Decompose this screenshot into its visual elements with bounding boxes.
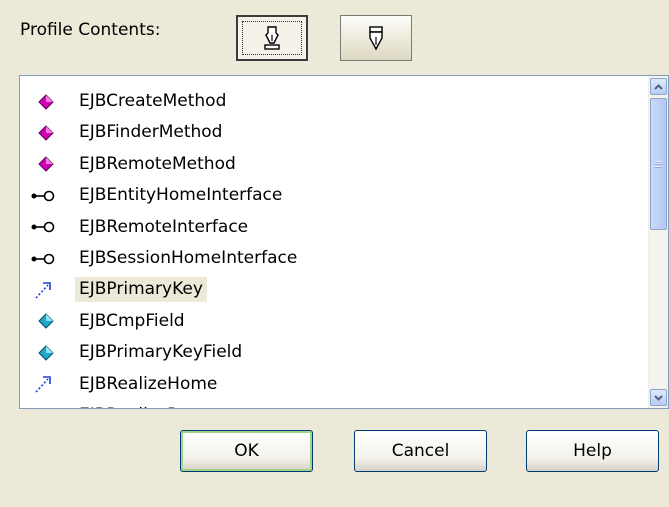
- scroll-thumb[interactable]: [650, 98, 667, 230]
- grip-icon: [655, 160, 662, 168]
- dependency-arrow-icon: [34, 406, 62, 408]
- list-item-label: EJBPrimaryKeyField: [79, 342, 243, 363]
- cyan-diamond-icon: [38, 311, 66, 331]
- chevron-down-icon: [654, 394, 663, 401]
- list-item-label: EJBFinderMethod: [79, 122, 223, 143]
- list-item[interactable]: EJBRemoteInterface: [20, 212, 649, 243]
- list-item[interactable]: EJBRealizeRemote: [20, 400, 649, 408]
- list-item[interactable]: EJBPrimaryKeyField: [20, 337, 649, 368]
- list-item[interactable]: EJBPrimaryKey: [20, 274, 649, 305]
- list-item-label: EJBCmpField: [79, 310, 185, 331]
- scroll-down-button[interactable]: [650, 389, 667, 406]
- pen-tip-icon: [369, 26, 383, 51]
- list-item-label: EJBSessionHomeInterface: [79, 248, 298, 268]
- list-item[interactable]: EJBCmpField: [20, 306, 649, 337]
- magenta-diamond-icon: [38, 92, 66, 112]
- list-item[interactable]: EJBSessionHomeInterface: [20, 243, 649, 274]
- list-item-label: EJBRealizeRemote: [75, 403, 237, 408]
- cancel-button[interactable]: Cancel: [354, 430, 487, 472]
- list-item[interactable]: EJBRealizeHome: [20, 369, 649, 400]
- list-item-label: EJBRemoteInterface: [79, 216, 249, 237]
- pen-nib-tool-button[interactable]: [236, 15, 308, 61]
- magenta-diamond-icon: [38, 123, 66, 143]
- dependency-arrow-icon: [34, 280, 62, 300]
- pen-tip-tool-button[interactable]: [340, 15, 412, 61]
- list-item-label: EJBCreateMethod: [79, 91, 227, 111]
- ok-button[interactable]: OK: [180, 430, 313, 472]
- chevron-up-icon: [654, 83, 663, 90]
- list-item[interactable]: EJBCreateMethod: [20, 86, 649, 117]
- list-item-label: EJBRemoteMethod: [79, 153, 236, 174]
- help-button[interactable]: Help: [526, 430, 659, 472]
- list-item[interactable]: EJBEntityHomeInterface: [20, 180, 649, 211]
- list-item[interactable]: EJBRemoteMethod: [20, 149, 649, 180]
- interface-lollipop-icon: [30, 249, 58, 269]
- interface-lollipop-icon: [30, 186, 58, 206]
- magenta-diamond-icon: [38, 154, 66, 174]
- vertical-scrollbar[interactable]: [648, 76, 668, 408]
- list-item[interactable]: EJBFinderMethod: [20, 117, 649, 148]
- list-item-label: EJBEntityHomeInterface: [79, 185, 283, 206]
- dependency-arrow-icon: [34, 374, 62, 394]
- cyan-diamond-icon: [38, 343, 66, 363]
- interface-lollipop-icon: [30, 217, 58, 237]
- profile-contents-label: Profile Contents:: [20, 20, 161, 40]
- list-viewport: EJBCreateMethod EJBFinderMethod EJBRemoteM…: [20, 76, 649, 408]
- list-item-label: EJBRealizeHome: [79, 373, 218, 394]
- focus-rect: [242, 21, 302, 55]
- profile-contents-list[interactable]: EJBCreateMethod EJBFinderMethod EJBRemoteM…: [19, 75, 669, 409]
- list-item-label: EJBPrimaryKey: [75, 277, 207, 303]
- scroll-up-button[interactable]: [650, 78, 667, 95]
